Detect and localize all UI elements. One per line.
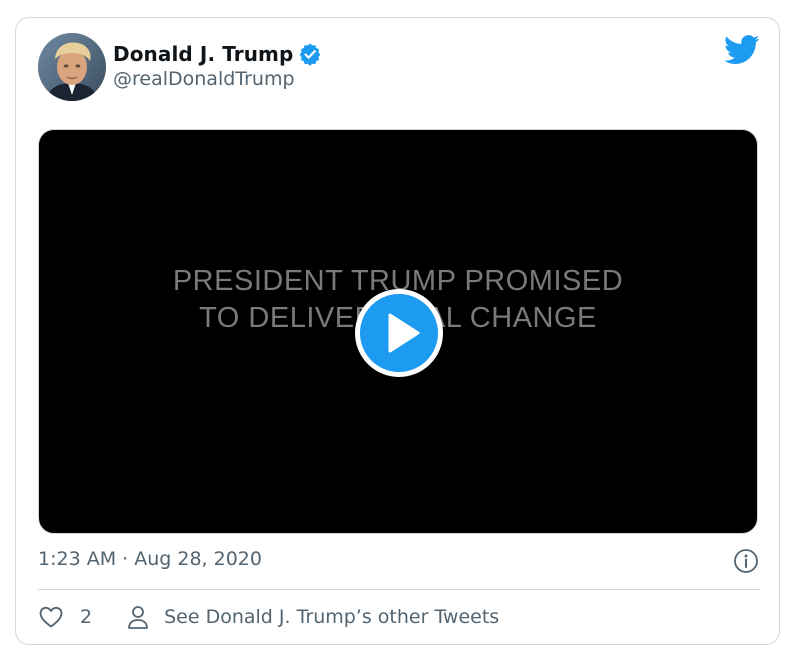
tweet-card[interactable]: Donald J. Trump @realDonaldTrump PRESIDE… bbox=[15, 17, 780, 645]
other-tweets-label[interactable]: See Donald J. Trump’s other Tweets bbox=[164, 606, 499, 628]
play-icon[interactable] bbox=[353, 287, 445, 379]
person-icon bbox=[126, 604, 150, 630]
tweet-timestamp[interactable]: 1:23 AM · Aug 28, 2020 bbox=[38, 548, 262, 570]
video-player[interactable]: PRESIDENT TRUMP PROMISED TO DELIVER REAL… bbox=[38, 129, 758, 534]
author-handle[interactable]: @realDonaldTrump bbox=[113, 68, 295, 90]
author-name-row[interactable]: Donald J. Trump bbox=[113, 40, 322, 68]
twitter-bird-icon[interactable] bbox=[724, 34, 760, 66]
like-button[interactable]: 2 bbox=[38, 605, 92, 629]
other-tweets-link[interactable]: See Donald J. Trump’s other Tweets bbox=[126, 604, 499, 630]
info-icon[interactable] bbox=[733, 548, 759, 574]
heart-icon bbox=[38, 605, 64, 629]
verified-badge-icon bbox=[298, 42, 322, 66]
author-avatar[interactable] bbox=[38, 33, 106, 101]
tweet-actions: 2 See Donald J. Trump’s other Tweets bbox=[38, 602, 499, 632]
author-display-name[interactable]: Donald J. Trump bbox=[113, 42, 293, 66]
divider bbox=[38, 589, 760, 590]
like-count: 2 bbox=[80, 606, 93, 628]
